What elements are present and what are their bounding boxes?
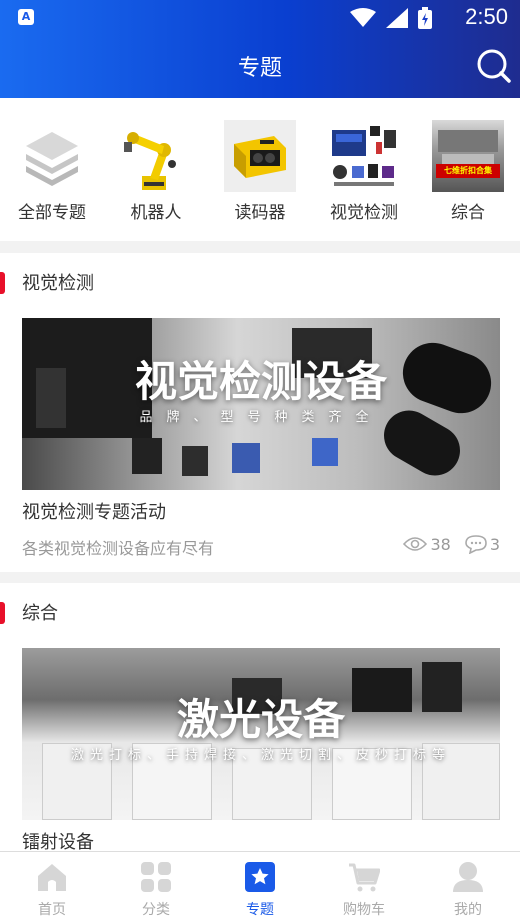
- status-bar: A 2:50: [0, 0, 520, 34]
- topic-section: 视觉检测 视觉检测设备 品牌、型号种类齐全 视觉检测专题活动 各类视觉检测设备应…: [0, 253, 520, 572]
- comments-count: 3: [489, 534, 500, 554]
- category-robot[interactable]: 机器人: [104, 98, 208, 241]
- tab-label: 首页: [38, 902, 66, 918]
- banner-subtitle: 激光打标、手持焊接、激光切割、皮秒打标等: [70, 748, 451, 763]
- signal-icon: [386, 8, 408, 28]
- vision-equipment-image: [328, 120, 400, 192]
- small-camera-shape: [132, 438, 162, 474]
- tab-label: 专题: [246, 902, 274, 918]
- category-label: 全部专题: [18, 203, 86, 223]
- comprehensive-image: 七维折扣合集: [432, 120, 504, 192]
- topic-section: 综合 激光设备 激光打标、手持焊接、激光切割、皮秒打标等 镭射设备: [0, 583, 520, 851]
- search-button[interactable]: [474, 46, 514, 86]
- topic-banner[interactable]: 激光设备 激光打标、手持焊接、激光切割、皮秒打标等: [22, 648, 500, 820]
- tab-home[interactable]: 首页: [0, 852, 104, 924]
- section-marker: [0, 602, 5, 624]
- tab-category[interactable]: 分类: [104, 852, 208, 924]
- robot-arm-image: [124, 132, 176, 190]
- section-title: 视觉检测: [22, 273, 94, 294]
- views-stat: 38: [403, 534, 451, 554]
- app-notification-icon: A: [18, 9, 34, 25]
- tab-label: 购物车: [343, 902, 385, 918]
- cart-icon: [349, 863, 380, 892]
- home-icon: [38, 864, 66, 891]
- layers-icon: [26, 132, 78, 186]
- views-count: 38: [430, 534, 451, 554]
- tab-profile[interactable]: 我的: [416, 852, 520, 924]
- tab-cart[interactable]: 购物车: [312, 852, 416, 924]
- status-icons: [350, 7, 432, 29]
- grid-icon: [141, 862, 171, 892]
- status-time: 2:50: [465, 4, 508, 29]
- tab-label: 分类: [142, 902, 170, 918]
- category-all[interactable]: 全部专题: [0, 98, 104, 241]
- eye-icon: [403, 537, 428, 551]
- category-comprehensive[interactable]: 七维折扣合集 综合: [416, 98, 520, 241]
- tab-topics[interactable]: 专题: [208, 852, 312, 924]
- category-label: 综合: [451, 203, 485, 223]
- topic-title[interactable]: 视觉检测专题活动: [22, 498, 166, 524]
- blue-camera-shape: [232, 443, 260, 473]
- app-header: A 2:50 专题: [0, 0, 520, 98]
- banner-title: 激光设备: [176, 695, 345, 744]
- blue-camera-shape: [312, 438, 338, 466]
- tab-label: 我的: [454, 902, 482, 918]
- category-row: 全部专题 机器人 读码器 视觉检测 七维折扣合集 综合: [0, 98, 520, 241]
- category-code-reader[interactable]: 读码器: [208, 98, 312, 241]
- section-header: 视觉检测: [0, 267, 520, 297]
- section-marker: [0, 272, 5, 294]
- comment-icon: [465, 535, 487, 554]
- comments-stat: 3: [465, 534, 500, 554]
- category-label: 机器人: [130, 203, 182, 223]
- topic-banner[interactable]: 视觉检测设备 品牌、型号种类齐全: [22, 318, 500, 490]
- page-title: 专题: [237, 56, 282, 81]
- code-reader-image: [224, 120, 296, 192]
- section-title: 综合: [22, 603, 58, 624]
- bottom-tab-bar: 首页 分类 专题 购物车 我的: [0, 851, 520, 924]
- category-label: 视觉检测: [330, 203, 398, 223]
- section-header: 综合: [0, 597, 520, 627]
- category-vision-inspection[interactable]: 视觉检测: [312, 98, 416, 241]
- banner-title: 视觉检测设备: [134, 357, 387, 406]
- search-icon: [477, 49, 511, 83]
- thumb-caption: 七维折扣合集: [436, 164, 500, 178]
- banner-subtitle: 品牌、型号种类齐全: [139, 410, 383, 425]
- topic-title[interactable]: 镭射设备: [22, 828, 94, 851]
- category-label: 读码器: [234, 203, 286, 223]
- topic-stats: 38 3: [403, 534, 500, 554]
- topic-description: 各类视觉检测设备应有尽有: [22, 539, 215, 558]
- battery-icon: [418, 7, 432, 29]
- user-icon: [453, 862, 483, 892]
- small-camera-shape: [182, 446, 208, 476]
- star-bookmark-icon: [245, 862, 275, 892]
- wifi-icon: [350, 8, 376, 27]
